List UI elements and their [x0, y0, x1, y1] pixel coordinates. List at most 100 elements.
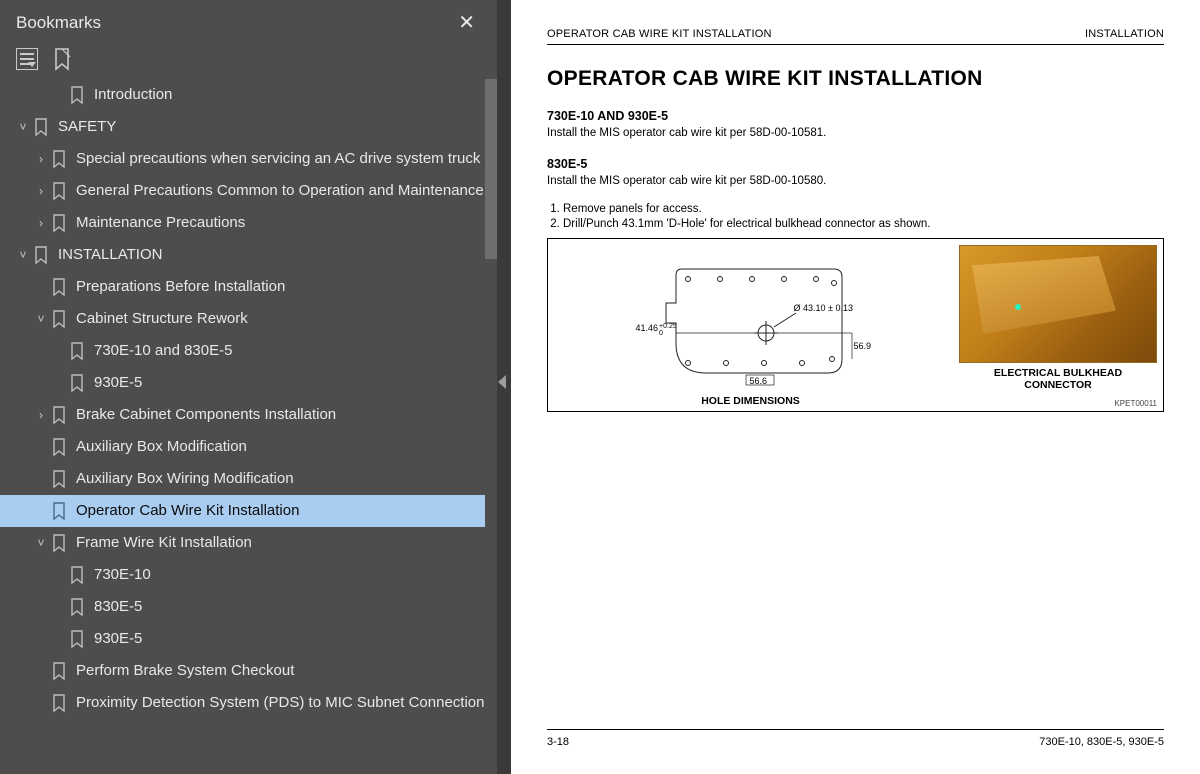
options-icon[interactable]: [16, 48, 38, 70]
figure-reference: KPET00011: [1114, 399, 1157, 408]
dimension-bottom: 56.6: [750, 376, 768, 386]
bookmark-label: Maintenance Precautions: [76, 214, 251, 233]
bookmark-icon: [50, 149, 68, 169]
bookmark-icon: [50, 405, 68, 425]
figure-left-panel: Ø 43.10 ± 0.13 41.46+0.250 56.9 56.6 HOL…: [548, 239, 953, 411]
bookmark-label: 930E-5: [94, 374, 148, 393]
bookmark-icon: [50, 501, 68, 521]
bookmark-icon: [32, 245, 50, 265]
bookmark-item[interactable]: ·930E-5: [0, 367, 497, 399]
bookmark-label: Brake Cabinet Components Installation: [76, 406, 342, 425]
scrollbar-thumb[interactable]: [485, 79, 497, 259]
bookmark-item[interactable]: ˅ INSTALLATION: [0, 239, 497, 271]
section-text: Install the MIS operator cab wire kit pe…: [547, 127, 1164, 139]
bookmark-item[interactable]: ·Proximity Detection System (PDS) to MIC…: [0, 687, 497, 719]
figure: Ø 43.10 ± 0.13 41.46+0.250 56.9 56.6 HOL…: [547, 238, 1164, 412]
bookmark-item[interactable]: ·730E-10: [0, 559, 497, 591]
bookmark-label: 730E-10: [94, 566, 157, 585]
chevron-down-icon[interactable]: ˅: [32, 536, 50, 550]
figure-caption: ELECTRICAL BULKHEADCONNECTOR: [994, 367, 1122, 391]
section-heading: 830E-5: [547, 157, 1164, 171]
chevron-right-icon[interactable]: ›: [32, 152, 50, 166]
bookmark-label: Operator Cab Wire Kit Installation: [76, 502, 305, 521]
bookmark-item[interactable]: ·830E-5: [0, 591, 497, 623]
bookmark-item[interactable]: ·930E-5: [0, 623, 497, 655]
scrollbar[interactable]: [485, 79, 497, 774]
bookmark-item[interactable]: › Maintenance Precautions: [0, 207, 497, 239]
bookmark-label: 830E-5: [94, 598, 148, 617]
chevron-down-icon[interactable]: ˅: [14, 120, 32, 134]
bookmarks-header: Bookmarks ✕: [0, 0, 497, 43]
bookmark-icon: [68, 373, 86, 393]
bookmark-label: Proximity Detection System (PDS) to MIC …: [76, 694, 491, 713]
header-left: OPERATOR CAB WIRE KIT INSTALLATION: [547, 28, 772, 40]
dimension-diameter: Ø 43.10 ± 0.13: [794, 303, 853, 313]
bookmark-icon: [50, 661, 68, 681]
bulkhead-connector-render: [959, 245, 1157, 363]
chevron-down-icon[interactable]: ˅: [14, 248, 32, 262]
bookmark-label: INSTALLATION: [58, 246, 168, 265]
bookmark-item[interactable]: › Brake Cabinet Components Installation: [0, 399, 497, 431]
chevron-right-icon[interactable]: ›: [32, 408, 50, 422]
bookmarks-panel: Bookmarks ✕ ·Introduction ˅ SAFETY › Special…: [0, 0, 497, 774]
bookmark-label: General Precautions Common to Operation …: [76, 182, 490, 201]
pdf-page: OPERATOR CAB WIRE KIT INSTALLATION INSTA…: [511, 0, 1200, 774]
page-title: OPERATOR CAB WIRE KIT INSTALLATION: [547, 67, 1164, 91]
footer-models: 730E-10, 830E-5, 930E-5: [1039, 736, 1164, 748]
bookmark-item[interactable]: ·Operator Cab Wire Kit Installation: [0, 495, 497, 527]
bookmark-icon: [50, 693, 68, 713]
bookmark-item[interactable]: ·Auxiliary Box Wiring Modification: [0, 463, 497, 495]
step-item: Drill/Punch 43.1mm 'D-Hole' for electric…: [563, 218, 1164, 230]
chevron-right-icon[interactable]: ›: [32, 216, 50, 230]
dimension-right: 56.9: [854, 341, 872, 351]
section-text: Install the MIS operator cab wire kit pe…: [547, 175, 1164, 187]
dimension-left: 41.46+0.250: [636, 323, 677, 337]
bookmark-item[interactable]: › General Precautions Common to Operation…: [0, 175, 497, 207]
section-heading: 730E-10 AND 930E-5: [547, 109, 1164, 123]
document-viewport[interactable]: OPERATOR CAB WIRE KIT INSTALLATION INSTA…: [511, 0, 1200, 774]
bookmark-label: Cabinet Structure Rework: [76, 310, 254, 329]
bookmark-icon: [68, 85, 86, 105]
chevron-down-icon[interactable]: ˅: [32, 312, 50, 326]
page-running-header: OPERATOR CAB WIRE KIT INSTALLATION INSTA…: [547, 28, 1164, 45]
bookmark-item[interactable]: ·Auxiliary Box Modification: [0, 431, 497, 463]
bookmark-label: SAFETY: [58, 118, 122, 137]
bookmark-item[interactable]: ˅ Cabinet Structure Rework: [0, 303, 497, 335]
bookmark-item[interactable]: ·Preparations Before Installation: [0, 271, 497, 303]
bookmark-label: Special precautions when servicing an AC…: [76, 150, 486, 169]
bookmark-icon: [68, 597, 86, 617]
hole-dimension-drawing: Ø 43.10 ± 0.13 41.46+0.250 56.9 56.6: [646, 263, 856, 388]
bookmark-item[interactable]: ˅ SAFETY: [0, 111, 497, 143]
bookmark-icon: [50, 309, 68, 329]
bookmark-label: Frame Wire Kit Installation: [76, 534, 258, 553]
bookmark-icon: [50, 469, 68, 489]
bookmark-icon: [68, 629, 86, 649]
bookmark-ribbon-icon[interactable]: [52, 47, 72, 71]
bookmark-icon: [32, 117, 50, 137]
bookmark-label: Introduction: [94, 86, 178, 105]
bookmark-item[interactable]: › Special precautions when servicing an A…: [0, 143, 497, 175]
collapse-handle-icon[interactable]: [498, 375, 506, 389]
bookmark-icon: [68, 341, 86, 361]
bookmark-item[interactable]: ˅ Frame Wire Kit Installation: [0, 527, 497, 559]
bookmark-label: Preparations Before Installation: [76, 278, 291, 297]
panel-divider[interactable]: [497, 0, 511, 774]
bookmark-tree[interactable]: ·Introduction ˅ SAFETY › Special precautions…: [0, 79, 497, 774]
bookmark-icon: [50, 277, 68, 297]
page-footer: 3-18 730E-10, 830E-5, 930E-5: [547, 729, 1164, 748]
close-icon[interactable]: ✕: [452, 10, 481, 35]
bookmark-label: Perform Brake System Checkout: [76, 662, 300, 681]
figure-caption: HOLE DIMENSIONS: [548, 395, 953, 407]
bookmark-item[interactable]: ·Perform Brake System Checkout: [0, 655, 497, 687]
bookmark-label: Auxiliary Box Modification: [76, 438, 253, 457]
chevron-right-icon[interactable]: ›: [32, 184, 50, 198]
bookmark-icon: [68, 565, 86, 585]
bookmark-icon: [50, 181, 68, 201]
bookmark-item[interactable]: ·730E-10 and 830E-5: [0, 335, 497, 367]
header-right: INSTALLATION: [1085, 28, 1164, 40]
bookmarks-toolbar: [0, 43, 497, 79]
bookmark-icon: [50, 213, 68, 233]
numbered-steps: Remove panels for access. Drill/Punch 43…: [547, 203, 1164, 230]
bookmark-label: 930E-5: [94, 630, 148, 649]
bookmark-item[interactable]: ·Introduction: [0, 79, 497, 111]
